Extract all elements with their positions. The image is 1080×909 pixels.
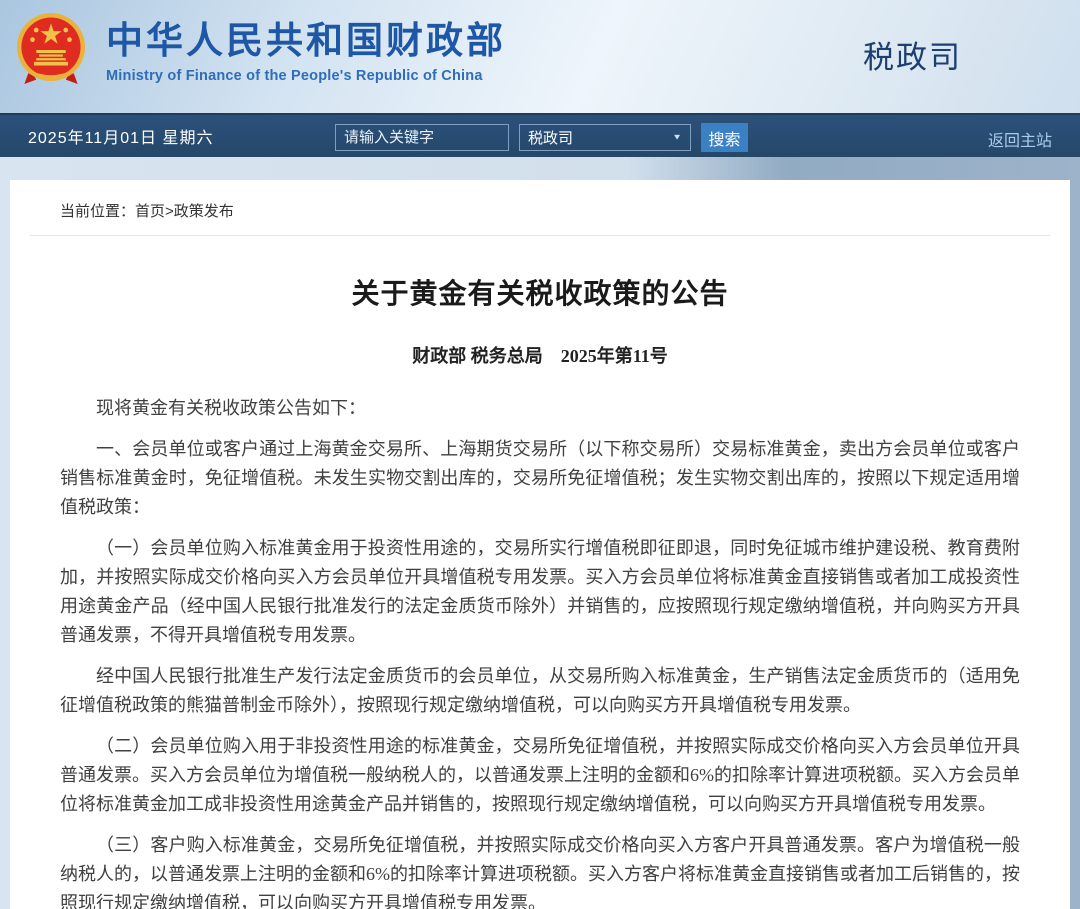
article-paragraph: 现将黄金有关税收政策公告如下： xyxy=(60,394,1020,423)
category-selected-value: 税政司 xyxy=(528,127,573,148)
article: 关于黄金有关税收政策的公告 财政部 税务总局 2025年第11号 现将黄金有关税… xyxy=(10,236,1070,909)
article-issuer-line: 财政部 税务总局 2025年第11号 xyxy=(60,342,1020,368)
content-panel: 当前位置：首页>政策发布 关于黄金有关税收政策的公告 财政部 税务总局 2025… xyxy=(10,180,1070,909)
navbar: 2025年11月01日 星期六 税政司 ▼ 搜索 返回主站 xyxy=(0,113,1080,157)
search-input[interactable] xyxy=(335,124,509,151)
site-title: 中华人民共和国财政部 xyxy=(106,20,506,62)
back-to-main-site-link[interactable]: 返回主站 xyxy=(988,127,1052,151)
article-body: 现将黄金有关税收政策公告如下： 一、会员单位或客户通过上海黄金交易所、上海期货交… xyxy=(60,394,1020,909)
breadcrumb-separator: > xyxy=(165,203,174,220)
breadcrumb-home-link[interactable]: 首页 xyxy=(135,203,165,220)
breadcrumb-section-link[interactable]: 政策发布 xyxy=(174,203,234,220)
article-paragraph: 经中国人民银行批准生产发行法定金质货币的会员单位，从交易所购入标准黄金，生产销售… xyxy=(60,662,1020,720)
brand: 中华人民共和国财政部 Ministry of Finance of the Pe… xyxy=(14,10,506,90)
search-button[interactable]: 搜索 xyxy=(701,123,748,152)
category-select[interactable]: 税政司 ▼ xyxy=(519,124,691,151)
article-paragraph: （二）会员单位购入用于非投资性用途的标准黄金，交易所免征增值税，并按照实际成交价… xyxy=(60,732,1020,819)
brand-text: 中华人民共和国财政部 Ministry of Finance of the Pe… xyxy=(106,16,506,84)
article-paragraph: 一、会员单位或客户通过上海黄金交易所、上海期货交易所（以下称交易所）交易标准黄金… xyxy=(60,435,1020,522)
site-header: 中华人民共和国财政部 Ministry of Finance of the Pe… xyxy=(0,0,1080,113)
article-paragraph: （三）客户购入标准黄金，交易所免征增值税，并按照实际成交价格向买入方客户开具普通… xyxy=(60,831,1020,909)
article-title: 关于黄金有关税收政策的公告 xyxy=(60,272,1020,312)
breadcrumb-label: 当前位置： xyxy=(60,203,135,220)
breadcrumb: 当前位置：首页>政策发布 xyxy=(30,180,1050,236)
current-date: 2025年11月01日 星期六 xyxy=(28,124,213,148)
chevron-down-icon: ▼ xyxy=(672,133,682,142)
article-paragraph: （一）会员单位购入标准黄金用于投资性用途的，交易所实行增值税即征即退，同时免征城… xyxy=(60,534,1020,650)
department-title: 税政司 xyxy=(863,32,962,77)
site-subtitle-english: Ministry of Finance of the People's Repu… xyxy=(106,68,506,84)
national-emblem-icon xyxy=(14,10,88,90)
page-background: 当前位置：首页>政策发布 关于黄金有关税收政策的公告 财政部 税务总局 2025… xyxy=(0,157,1080,909)
